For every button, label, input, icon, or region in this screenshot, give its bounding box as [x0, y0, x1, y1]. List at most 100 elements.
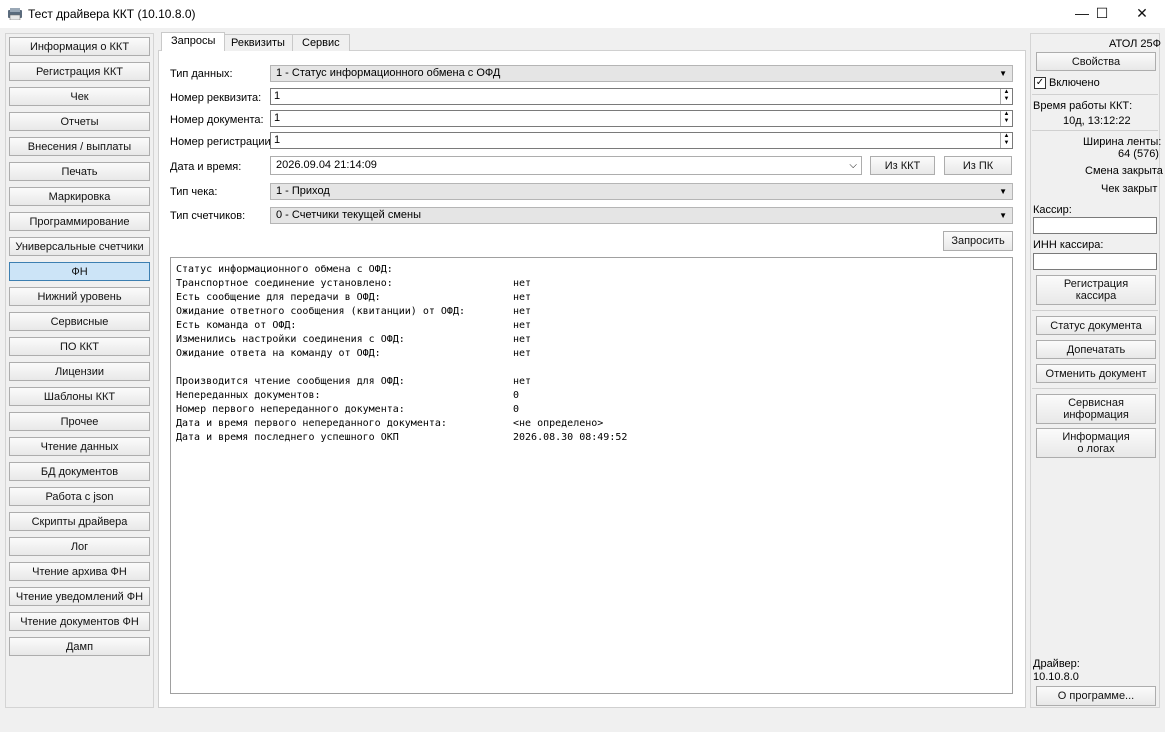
output-row-value: нет [513, 292, 532, 303]
receipt-status: Чек закрыт [1101, 183, 1158, 195]
tab-requisites[interactable]: Реквизиты [221, 34, 295, 51]
nav-driver-scripts-button[interactable]: Скрипты драйвера [9, 512, 150, 531]
cancel-document-button[interactable]: Отменить документ [1036, 364, 1156, 383]
output-row-label: Ожидание ответного сообщения (квитанции)… [176, 306, 465, 317]
from-kkt-button[interactable]: Из ККТ [870, 156, 935, 175]
from-pc-button[interactable]: Из ПК [944, 156, 1012, 175]
title-bar: Тест драйвера ККТ (10.10.8.0) — ☐ ✕ [0, 0, 1165, 28]
output-row-label: Изменились настройки соединения с ОФД: [176, 334, 405, 345]
nav-reports-button[interactable]: Отчеты [9, 112, 150, 131]
output-row-value: <не определено> [513, 418, 604, 429]
counters-type-label: Тип счетчиков: [170, 210, 246, 222]
output-row-label: Номер первого непереданного документа: [176, 404, 405, 415]
tab-requests[interactable]: Запросы [161, 32, 226, 51]
request-button[interactable]: Запросить [943, 231, 1013, 251]
requisite-number-label: Номер реквизита: [170, 92, 262, 104]
uptime-label: Время работы ККТ: [1033, 100, 1133, 112]
driver-label: Драйвер: [1033, 658, 1080, 670]
service-info-label-line2: информация [1063, 409, 1129, 421]
output-row-value: нет [513, 348, 532, 359]
datetime-value: 2026.09.04 21:14:09 [276, 159, 377, 171]
logs-info-button[interactable]: Информация о логах [1036, 428, 1156, 458]
driver-version: 10.10.8.0 [1033, 671, 1079, 683]
close-icon[interactable]: ✕ [1120, 0, 1164, 28]
divider [1032, 310, 1158, 311]
enabled-label: Включено [1049, 77, 1100, 89]
output-row-value: нет [513, 320, 532, 331]
check-icon: ✓ [1035, 77, 1045, 88]
nav-fn-button[interactable]: ФН [9, 262, 150, 281]
nav-dump-button[interactable]: Дамп [9, 637, 150, 656]
output-row-label: Ожидание ответа на команду от ОФД: [176, 348, 381, 359]
output-row-value: нет [513, 306, 532, 317]
register-cashier-label-line2: кассира [1075, 290, 1117, 302]
output-row-value: 2026.08.30 08:49:52 [513, 432, 628, 443]
nav-read-data-button[interactable]: Чтение данных [9, 437, 150, 456]
counters-type-select[interactable]: 0 - Счетчики текущей смены ▼ [270, 207, 1013, 224]
nav-service-button[interactable]: Сервисные [9, 312, 150, 331]
nav-registration-kkt-button[interactable]: Регистрация ККТ [9, 62, 150, 81]
tape-width-label: Ширина ленты: [1083, 136, 1162, 148]
logs-info-label-line1: Информация [1062, 431, 1130, 443]
datetime-label: Дата и время: [170, 161, 242, 173]
register-cashier-label-line1: Регистрация [1063, 278, 1129, 290]
output-row-value: 0 [513, 404, 520, 415]
receipt-type-label: Тип чека: [170, 186, 218, 198]
device-model: АТОЛ 25Ф [1109, 38, 1162, 50]
spin-arrows-icon[interactable]: ▲ ▼ [1000, 133, 1012, 148]
nav-other-button[interactable]: Прочее [9, 412, 150, 431]
nav-templates-button[interactable]: Шаблоны ККТ [9, 387, 150, 406]
nav-kkt-software-button[interactable]: ПО ККТ [9, 337, 150, 356]
chevron-down-icon: ⌵ [849, 160, 857, 171]
receipt-type-select[interactable]: 1 - Приход ▼ [270, 183, 1013, 200]
receipt-type-value: 1 - Приход [276, 185, 330, 197]
properties-button[interactable]: Свойства [1036, 52, 1156, 71]
nav-documents-db-button[interactable]: БД документов [9, 462, 150, 481]
nav-print-button[interactable]: Печать [9, 162, 150, 181]
register-cashier-button[interactable]: Регистрация кассира [1036, 275, 1156, 305]
window-title: Тест драйвера ККТ (10.10.8.0) [28, 7, 196, 21]
datetime-picker[interactable]: 2026.09.04 21:14:09 ⌵ [270, 156, 862, 175]
result-output[interactable]: Статус информационного обмена с ОФД: Тра… [170, 257, 1013, 694]
nav-receipt-button[interactable]: Чек [9, 87, 150, 106]
maximize-icon[interactable]: ☐ [1080, 0, 1124, 28]
shift-status: Смена закрыта [1085, 165, 1163, 177]
nav-universal-counters-button[interactable]: Универсальные счетчики [9, 237, 150, 256]
data-type-value: 1 - Статус информационного обмена с ОФД [276, 67, 501, 79]
nav-fn-notifications-button[interactable]: Чтение уведомлений ФН [9, 587, 150, 606]
registration-number-label: Номер регистрации: [170, 136, 274, 148]
tab-service[interactable]: Сервис [292, 34, 350, 51]
nav-low-level-button[interactable]: Нижний уровень [9, 287, 150, 306]
nav-log-button[interactable]: Лог [9, 537, 150, 556]
output-row-label: Транспортное соединение установлено: [176, 278, 393, 289]
counters-type-value: 0 - Счетчики текущей смены [276, 209, 421, 221]
spin-arrows-icon[interactable]: ▲ ▼ [1000, 89, 1012, 104]
document-number-field[interactable]: 1 ▲ ▼ [270, 110, 1013, 127]
registration-number-field[interactable]: 1 ▲ ▼ [270, 132, 1013, 149]
enabled-checkbox[interactable]: ✓ [1034, 77, 1046, 89]
nav-licenses-button[interactable]: Лицензии [9, 362, 150, 381]
document-number-label: Номер документа: [170, 114, 264, 126]
uptime-value: 10д, 13:12:22 [1063, 115, 1131, 127]
nav-fn-archive-button[interactable]: Чтение архива ФН [9, 562, 150, 581]
nav-info-kkt-button[interactable]: Информация о ККТ [9, 37, 150, 56]
chevron-down-icon: ▼ [999, 211, 1007, 220]
about-button[interactable]: О программе... [1036, 686, 1156, 706]
nav-json-button[interactable]: Работа с json [9, 487, 150, 506]
output-row-label: Дата и время первого непереданного докум… [176, 418, 447, 429]
nav-cash-in-out-button[interactable]: Внесения / выплаты [9, 137, 150, 156]
nav-marking-button[interactable]: Маркировка [9, 187, 150, 206]
reprint-button[interactable]: Допечатать [1036, 340, 1156, 359]
nav-fn-documents-button[interactable]: Чтение документов ФН [9, 612, 150, 631]
data-type-select[interactable]: 1 - Статус информационного обмена с ОФД … [270, 65, 1013, 82]
service-info-button[interactable]: Сервисная информация [1036, 394, 1156, 424]
document-status-button[interactable]: Статус документа [1036, 316, 1156, 335]
cashier-input[interactable] [1033, 217, 1157, 234]
requisite-number-field[interactable]: 1 ▲ ▼ [270, 88, 1013, 105]
cashier-inn-input[interactable] [1033, 253, 1157, 270]
output-row-label: Есть команда от ОФД: [176, 320, 297, 331]
output-row-label: Непереданных документов: [176, 390, 321, 401]
nav-programming-button[interactable]: Программирование [9, 212, 150, 231]
output-header: Статус информационного обмена с ОФД: [176, 264, 393, 275]
spin-arrows-icon[interactable]: ▲ ▼ [1000, 111, 1012, 126]
